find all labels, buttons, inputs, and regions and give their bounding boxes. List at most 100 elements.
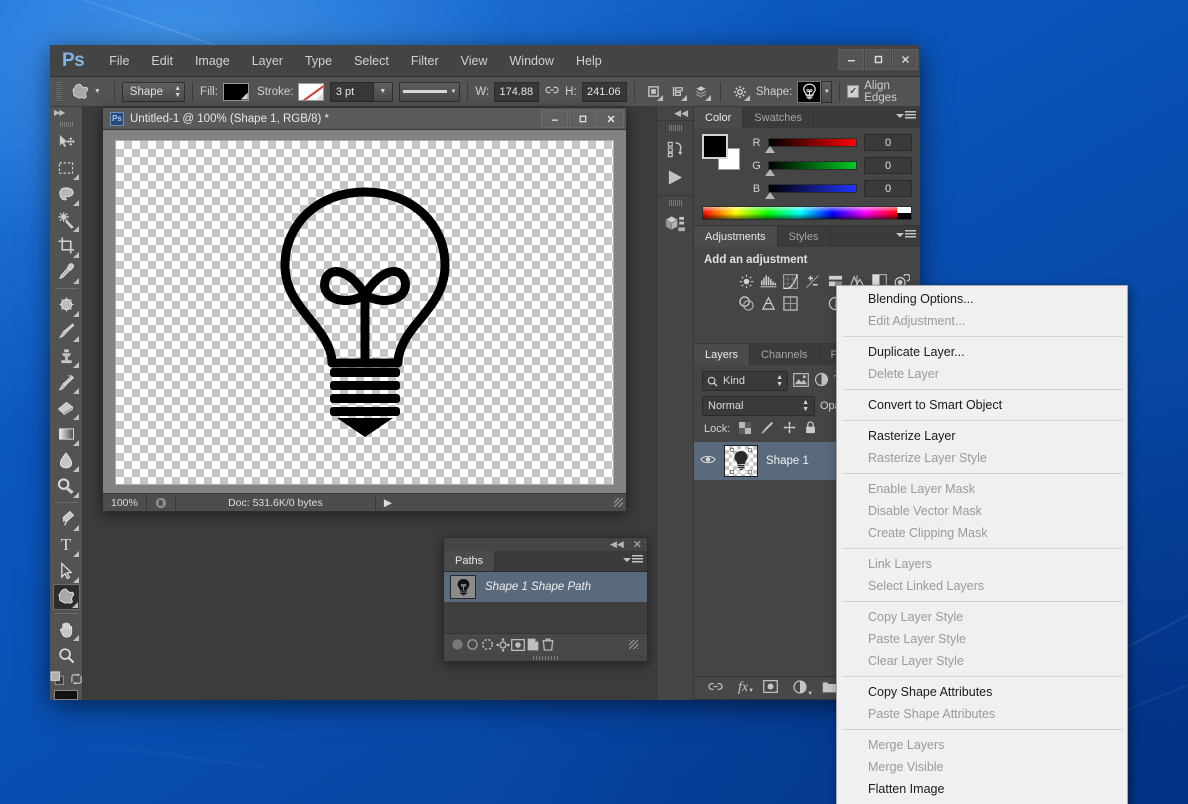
lock-all-icon[interactable]: [805, 421, 816, 437]
red-value[interactable]: 0: [864, 134, 912, 151]
menu-filter[interactable]: Filter: [400, 49, 450, 73]
context-menu-item-blending-options[interactable]: Blending Options...: [837, 288, 1127, 310]
blend-mode-select[interactable]: Normal ▲ ▼: [702, 396, 815, 416]
menu-view[interactable]: View: [450, 49, 499, 73]
delete-path-icon[interactable]: [540, 637, 555, 652]
new-path-icon[interactable]: [525, 637, 540, 652]
context-menu-item-rasterize-layer[interactable]: Rasterize Layer: [837, 425, 1127, 447]
menu-image[interactable]: Image: [184, 49, 241, 73]
shape-picker-chevron-down-icon[interactable]: ▼: [821, 80, 833, 103]
canvas[interactable]: [115, 140, 614, 485]
link-icon[interactable]: [545, 85, 559, 98]
active-tool-preview[interactable]: [66, 80, 94, 104]
green-value[interactable]: 0: [864, 157, 912, 174]
document-maximize-button[interactable]: [569, 109, 596, 128]
history-icon[interactable]: [662, 137, 688, 161]
tool-crop[interactable]: [53, 233, 80, 259]
selective-color-icon[interactable]: [736, 316, 756, 334]
tab-styles[interactable]: Styles: [778, 226, 831, 247]
tab-layers[interactable]: Layers: [694, 344, 751, 365]
3d-icon[interactable]: [662, 212, 688, 236]
tab-adjustments[interactable]: Adjustments: [694, 226, 778, 247]
tool-dodge[interactable]: [53, 473, 80, 499]
tool-spot-healing-brush[interactable]: [53, 292, 80, 318]
mini-dock-grip[interactable]: [668, 125, 682, 131]
add-layer-mask-icon[interactable]: [510, 637, 525, 652]
swap-colors-icon[interactable]: [70, 673, 83, 685]
pixel-filter-icon[interactable]: [793, 372, 809, 390]
menu-type[interactable]: Type: [294, 49, 343, 73]
curves-icon[interactable]: [781, 272, 801, 290]
adjustments-panel-menu-button[interactable]: [896, 230, 916, 239]
resize-grip[interactable]: [614, 498, 623, 507]
tool-history-brush[interactable]: [53, 369, 80, 395]
menu-file[interactable]: File: [98, 49, 140, 73]
stroke-path-icon[interactable]: [465, 637, 480, 652]
document-info-icon[interactable]: [147, 494, 176, 511]
paths-panel-drag-handle[interactable]: [444, 655, 647, 661]
current-colors-indicator[interactable]: [54, 690, 78, 700]
menu-window[interactable]: Window: [499, 49, 565, 73]
blue-value[interactable]: 0: [864, 180, 912, 197]
menu-select[interactable]: Select: [343, 49, 400, 73]
stroke-width-value[interactable]: 3 pt: [329, 81, 374, 102]
options-bar-grip[interactable]: [56, 81, 63, 102]
fill-color-swatch[interactable]: [222, 82, 249, 101]
spectrum-bar[interactable]: [703, 207, 897, 219]
path-alignment-button[interactable]: [665, 81, 689, 103]
tool-horizontal-type[interactable]: T: [53, 532, 80, 558]
lock-image-pixels-icon[interactable]: [760, 421, 774, 437]
stroke-color-swatch[interactable]: [298, 82, 325, 101]
stroke-width-chevron-down-icon[interactable]: ▼: [373, 81, 393, 102]
shape-preview-thumbnail[interactable]: [797, 80, 822, 103]
tool-eyedropper[interactable]: [53, 259, 80, 285]
tool-hand[interactable]: [53, 617, 80, 643]
tool-eraser[interactable]: [53, 395, 80, 421]
align-edges-checkbox[interactable]: ✓ Align Edges: [847, 80, 920, 104]
adjustment-filter-icon[interactable]: [814, 372, 829, 390]
menu-help[interactable]: Help: [565, 49, 613, 73]
paths-panel-menu-button[interactable]: [623, 555, 643, 564]
color-spectrum-ramp[interactable]: [702, 206, 912, 220]
tool-rectangular-marquee[interactable]: [53, 155, 80, 181]
document-close-button[interactable]: [597, 109, 624, 128]
stroke-style-select[interactable]: ▼: [399, 81, 461, 102]
layer-filter-kind-select[interactable]: Kind ▲ ▼: [702, 371, 788, 391]
tool-quick-selection[interactable]: [53, 207, 80, 233]
eye-icon[interactable]: [700, 454, 716, 468]
levels-icon[interactable]: [758, 272, 778, 290]
shape-mode-select[interactable]: Shape ▲ ▼: [121, 81, 186, 102]
shape-settings-button[interactable]: [728, 81, 752, 103]
link-layers-icon[interactable]: [708, 681, 723, 695]
new-group-icon[interactable]: [822, 681, 837, 696]
red-slider[interactable]: [765, 138, 857, 153]
spectrum-white-black[interactable]: [897, 207, 911, 219]
zoom-level[interactable]: 100%: [103, 494, 147, 511]
tool-lasso[interactable]: [53, 181, 80, 207]
make-work-path-icon[interactable]: [495, 637, 510, 652]
close-button[interactable]: [892, 49, 918, 70]
tool-zoom[interactable]: [53, 642, 80, 668]
channel-mixer-icon[interactable]: [758, 294, 778, 312]
tab-channels[interactable]: Channels: [750, 344, 820, 365]
layer-style-fx-icon[interactable]: fx ▼: [738, 680, 754, 696]
maximize-button[interactable]: [865, 49, 891, 70]
menu-edit[interactable]: Edit: [140, 49, 184, 73]
tool-custom-shape[interactable]: [52, 583, 80, 610]
exposure-icon[interactable]: [803, 272, 823, 290]
menu-layer[interactable]: Layer: [241, 49, 294, 73]
width-input[interactable]: 174.88: [494, 81, 540, 102]
tool-gradient[interactable]: [53, 421, 80, 447]
new-adjustment-layer-icon[interactable]: ▼: [793, 679, 813, 697]
tool-brush[interactable]: [53, 318, 80, 344]
tab-paths[interactable]: Paths: [444, 551, 496, 571]
color-panel-menu-button[interactable]: [896, 111, 916, 120]
tool-preset-chevron-icon[interactable]: ▼: [94, 88, 101, 95]
paths-panel-resize-grip[interactable]: [629, 640, 638, 649]
load-selection-icon[interactable]: [480, 637, 495, 652]
context-menu-item-duplicate-layer[interactable]: Duplicate Layer...: [837, 341, 1127, 363]
mini-dock-collapse-button[interactable]: ◀◀: [657, 107, 693, 120]
canvas-area[interactable]: [103, 130, 626, 493]
tab-color[interactable]: Color: [694, 107, 744, 128]
height-input[interactable]: 241.06: [581, 81, 627, 102]
